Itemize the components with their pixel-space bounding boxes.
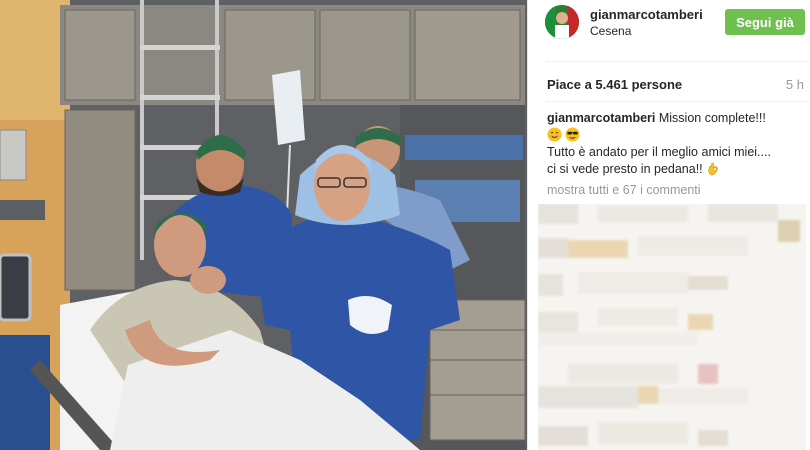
caption-username[interactable]: gianmarcotamberi [547, 111, 655, 125]
location-link[interactable]: Cesena [590, 24, 631, 38]
username-link[interactable]: gianmarcotamberi [590, 7, 703, 22]
smiling-face-emoji-icon [547, 127, 562, 142]
avatar-image [545, 5, 579, 39]
post-photo[interactable] [0, 0, 527, 450]
divider [546, 61, 808, 62]
post-sidebar: gianmarcotamberi Cesena Segui già Piace … [527, 0, 810, 450]
avatar[interactable] [545, 5, 579, 39]
likes-count[interactable]: Piace a 5.461 persone [547, 77, 682, 92]
ok-hand-emoji-icon [708, 162, 718, 176]
post-caption: gianmarcotamberi Mission complete!!! Tut… [547, 110, 792, 178]
post-header: gianmarcotamberi Cesena Segui già [528, 0, 810, 50]
caption-line2: Tutto è andato per il meglio amici miei.… [547, 145, 771, 159]
caption-line3: ci si vede presto in pedana!! [547, 162, 703, 176]
hospital-room-scene [0, 0, 527, 450]
caption-line1: Mission complete!!! [658, 111, 766, 125]
post-time: 5 h [785, 77, 804, 92]
pixelated-comments-icon [538, 204, 806, 450]
sunglasses-face-emoji-icon [565, 127, 581, 142]
blurred-comments [538, 204, 806, 450]
divider [546, 101, 808, 102]
view-all-comments-link[interactable]: mostra tutti e 67 i commenti [547, 183, 701, 197]
following-button[interactable]: Segui già [725, 9, 805, 35]
